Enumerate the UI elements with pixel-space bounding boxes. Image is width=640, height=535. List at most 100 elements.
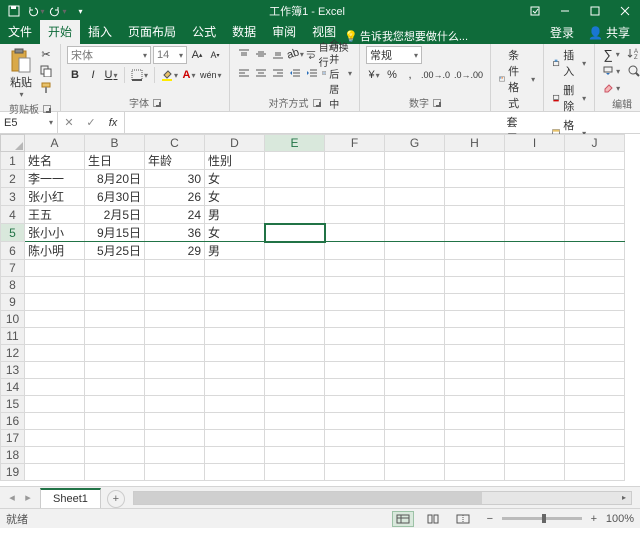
cell[interactable]: [565, 430, 625, 447]
cell[interactable]: [445, 188, 505, 206]
tab-formulas[interactable]: 公式: [184, 20, 224, 44]
merge-center-button[interactable]: 合并后居中▾: [321, 65, 353, 81]
horizontal-scrollbar[interactable]: ◂ ▸: [133, 491, 632, 505]
row-header[interactable]: 11: [1, 328, 25, 345]
scroll-right-button[interactable]: ▸: [617, 492, 631, 504]
cell[interactable]: [265, 311, 325, 328]
tab-layout[interactable]: 页面布局: [120, 20, 184, 44]
column-header[interactable]: H: [445, 135, 505, 152]
column-header[interactable]: C: [145, 135, 205, 152]
column-header[interactable]: G: [385, 135, 445, 152]
paste-button[interactable]: 粘贴▾: [6, 46, 36, 101]
cell[interactable]: [25, 430, 85, 447]
cell[interactable]: [145, 277, 205, 294]
indent-increase-button[interactable]: [304, 65, 320, 81]
row-header[interactable]: 4: [1, 206, 25, 224]
name-box[interactable]: E5▾: [0, 112, 58, 133]
cell[interactable]: 6月30日: [85, 188, 145, 206]
cell[interactable]: 男: [205, 206, 265, 224]
cell[interactable]: [445, 206, 505, 224]
cell[interactable]: [445, 464, 505, 481]
cell[interactable]: [385, 379, 445, 396]
cell[interactable]: [85, 447, 145, 464]
row-header[interactable]: 3: [1, 188, 25, 206]
cell[interactable]: [385, 396, 445, 413]
row-header[interactable]: 14: [1, 379, 25, 396]
cell[interactable]: 5月25日: [85, 242, 145, 260]
cell[interactable]: [265, 188, 325, 206]
cell[interactable]: [325, 224, 385, 242]
row-header[interactable]: 19: [1, 464, 25, 481]
row-header[interactable]: 9: [1, 294, 25, 311]
cell[interactable]: [505, 206, 565, 224]
tab-review[interactable]: 审阅: [264, 20, 304, 44]
cell[interactable]: [265, 430, 325, 447]
cell[interactable]: [385, 242, 445, 260]
cell[interactable]: [145, 311, 205, 328]
cell[interactable]: [145, 396, 205, 413]
align-dialog-launcher[interactable]: [313, 99, 321, 107]
cell[interactable]: [265, 224, 325, 242]
cell[interactable]: 30: [145, 170, 205, 188]
cell[interactable]: [265, 170, 325, 188]
cell[interactable]: [325, 188, 385, 206]
cell[interactable]: [325, 311, 385, 328]
cell[interactable]: [325, 430, 385, 447]
cell[interactable]: [505, 464, 565, 481]
zoom-slider[interactable]: [502, 517, 582, 520]
cell[interactable]: 女: [205, 188, 265, 206]
cell[interactable]: [385, 170, 445, 188]
cell[interactable]: [25, 311, 85, 328]
cell[interactable]: [145, 464, 205, 481]
cell[interactable]: [325, 379, 385, 396]
number-dialog-launcher[interactable]: [433, 99, 441, 107]
cut-button[interactable]: ✂: [38, 46, 54, 62]
row-header[interactable]: 12: [1, 345, 25, 362]
font-size-combo[interactable]: 14▾: [153, 46, 187, 64]
cell[interactable]: 8月20日: [85, 170, 145, 188]
cell[interactable]: [505, 224, 565, 242]
cell[interactable]: [505, 379, 565, 396]
cell[interactable]: [205, 260, 265, 277]
cell[interactable]: [445, 260, 505, 277]
cell[interactable]: [445, 345, 505, 362]
cell[interactable]: [445, 362, 505, 379]
cell[interactable]: [145, 345, 205, 362]
cell[interactable]: [325, 260, 385, 277]
find-select-button[interactable]: 查找和选择: [625, 63, 640, 79]
cell[interactable]: [565, 362, 625, 379]
cell[interactable]: 36: [145, 224, 205, 242]
cell[interactable]: 生日: [85, 152, 145, 170]
row-header[interactable]: 7: [1, 260, 25, 277]
cell[interactable]: [385, 260, 445, 277]
cell[interactable]: [205, 430, 265, 447]
increase-decimal-button[interactable]: .00→.0: [420, 67, 451, 83]
zoom-in-button[interactable]: +: [586, 511, 602, 527]
cell[interactable]: [565, 242, 625, 260]
cell[interactable]: [145, 430, 205, 447]
cell[interactable]: [145, 362, 205, 379]
row-header[interactable]: 13: [1, 362, 25, 379]
cell[interactable]: [25, 260, 85, 277]
indent-decrease-button[interactable]: [287, 65, 303, 81]
percent-button[interactable]: %: [384, 67, 400, 83]
select-all-corner[interactable]: [1, 135, 25, 152]
cell[interactable]: [505, 277, 565, 294]
cell[interactable]: [445, 328, 505, 345]
cell[interactable]: 29: [145, 242, 205, 260]
tab-home[interactable]: 开始: [40, 20, 80, 44]
align-middle-button[interactable]: [253, 46, 269, 62]
cell[interactable]: [85, 430, 145, 447]
conditional-format-button[interactable]: 条件格式▾: [497, 46, 537, 112]
cell[interactable]: [505, 188, 565, 206]
share-button[interactable]: 👤共享: [582, 21, 636, 44]
cell[interactable]: [565, 294, 625, 311]
tell-me-box[interactable]: 💡告诉我您想要做什么...: [344, 28, 472, 44]
cell[interactable]: 24: [145, 206, 205, 224]
cell[interactable]: [205, 362, 265, 379]
row-header[interactable]: 6: [1, 242, 25, 260]
cell[interactable]: [325, 206, 385, 224]
fill-button[interactable]: ▾: [601, 63, 622, 79]
cell[interactable]: [325, 362, 385, 379]
underline-button[interactable]: U▾: [103, 67, 119, 83]
